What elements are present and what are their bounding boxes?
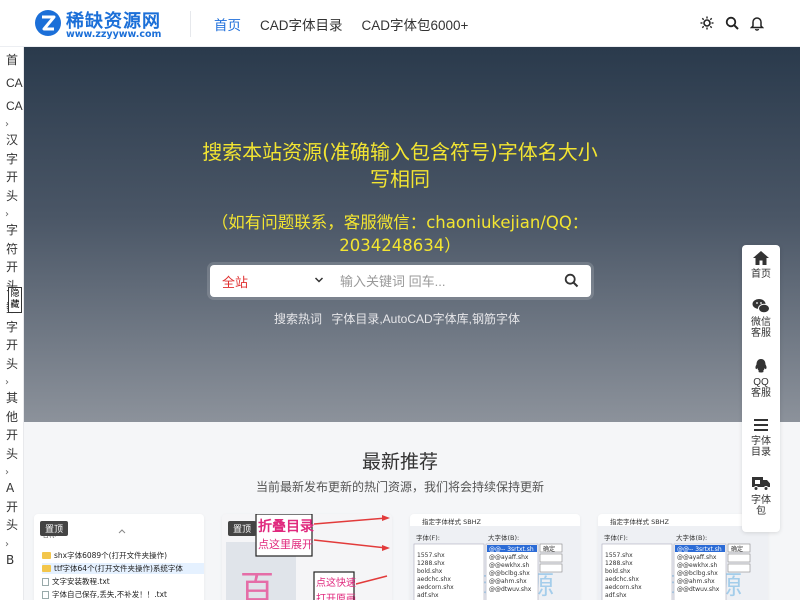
chevron-up-icon <box>118 529 126 534</box>
float-qq-button[interactable]: QQ客服 <box>742 358 780 399</box>
qq-icon <box>755 359 767 373</box>
wechat-icon <box>752 299 770 314</box>
chevron-right-icon[interactable]: › <box>0 377 23 389</box>
section-subtitle: 当前最新发布更新的热门资源，我们将会持续保持更新 <box>255 480 544 494</box>
card2-banner-1: 折叠目录 <box>258 519 314 535</box>
dialog-ok-button: 确定 <box>731 546 744 553</box>
site-logo[interactable]: 稀缺资源网 www.zzyyww.com <box>34 7 174 41</box>
dialog-label-bigfont: 大字体(B): <box>488 534 520 542</box>
font-list-right: @@-- 3srtxt.sh @@ayaff.shx @@ewkhx.sh @@bcl… <box>677 546 722 593</box>
nav-home[interactable]: 首页 <box>214 14 241 34</box>
hero-banner: 搜索本站资源(准确输入包含符号)字体名大小写相同 （如有问题联系，客服微信：ch… <box>0 47 800 422</box>
sidebar-group-b[interactable]: B <box>0 551 20 570</box>
float-wechat-label: 微信客服 <box>751 317 771 339</box>
site-header: 稀缺资源网 www.zzyyww.com 首页 CAD字体目录 CAD字体包60… <box>0 0 800 47</box>
sidebar-group-symbol[interactable]: 字符开头 <box>0 221 20 295</box>
hero-title: 搜索本站资源(准确输入包含符号)字体名大小写相同 <box>202 140 598 191</box>
file-row: shx字体6089个(打开文件夹操作) <box>42 550 167 561</box>
search-box: 全站 <box>210 265 591 297</box>
card2-banner-1b: 点这里展开 <box>258 538 313 551</box>
float-catalog-label: 字体目录 <box>751 436 771 458</box>
bell-icon[interactable] <box>749 15 765 31</box>
search-scope-value: 全站 <box>222 274 249 290</box>
chevron-right-icon[interactable]: › <box>0 539 23 551</box>
search-submit-icon[interactable] <box>564 273 579 288</box>
folder-icon <box>42 565 51 572</box>
section-title: 最新推荐 <box>361 451 438 473</box>
float-catalog-button[interactable]: 字体目录 <box>742 417 780 458</box>
sidebar-group-a[interactable]: A开头 <box>0 479 20 535</box>
card2-banner-2b: 打开原画 <box>316 594 356 600</box>
home-icon <box>753 251 769 265</box>
logo-z-icon <box>35 10 61 36</box>
float-package-label: 字体包 <box>751 495 771 517</box>
nav-cad-font-pack[interactable]: CAD字体包6000+ <box>362 14 469 34</box>
sidebar-item[interactable]: CA <box>0 74 23 92</box>
resource-card[interactable]: 稀缺资源 指定字体样式 SBHZ 字体(F): 大字体(B): 确定 1557.… <box>410 514 580 600</box>
chevron-down-icon <box>314 277 324 283</box>
font-list-left: 1557.shx 1288.shx bold.shx aedchc.shx aedcor… <box>417 552 454 599</box>
dialog-title: 指定字体样式 SBHZ <box>422 518 481 526</box>
package-icon <box>752 477 770 491</box>
file-row: ttf字体64个(打开文件夹操作)系统字体 <box>42 563 204 574</box>
hot-search-terms[interactable]: 字体目录,AutoCAD字体库,钢筋字体 <box>331 312 520 326</box>
hero-subtitle: （如有问题联系，客服微信：chaoniukejian/QQ：2034248634… <box>211 213 589 255</box>
hot-search: 搜索热词 字体目录,AutoCAD字体库,钢筋字体 <box>200 310 600 327</box>
card2-banner-2: 点这快速 <box>316 578 356 589</box>
float-qq-label: QQ客服 <box>751 377 771 399</box>
dialog-label-bigfont: 大字体(B): <box>676 534 708 542</box>
chevron-right-icon[interactable]: › <box>0 119 23 131</box>
file-row: 字体自己保存,丢失,不补发！！.txt <box>42 589 167 600</box>
dialog-title: 指定字体样式 SBHZ <box>610 518 669 526</box>
pinned-badge: 置顶 <box>40 521 69 536</box>
search-icon[interactable] <box>725 15 739 31</box>
pinned-badge: 置顶 <box>228 521 257 536</box>
theme-icon[interactable] <box>700 15 714 31</box>
sidebar-hide-button[interactable]: 隐藏 <box>8 287 22 313</box>
dialog-label-font: 字体(F): <box>604 534 629 542</box>
list-icon <box>754 419 768 431</box>
sidebar-group-other[interactable]: 其他开头 <box>0 389 20 463</box>
hot-search-label: 搜索热词 <box>273 312 322 326</box>
float-package-button[interactable]: 字体包 <box>742 475 780 517</box>
search-input[interactable] <box>340 270 550 292</box>
floating-toolbar: 首页 微信客服 QQ客服 字体目录 字体包 <box>742 245 780 532</box>
font-list-left: 1557.shx 1288.shx bold.shx aedchc.shx aedcor… <box>605 552 642 599</box>
folder-icon <box>42 552 51 559</box>
sidebar-group-hanzi[interactable]: 汉字开头 <box>0 131 20 205</box>
font-list-right: @@-- 3srtxt.sh @@ayaff.shx @@ewkhx.sh @@bcl… <box>489 546 534 593</box>
text-file-icon <box>42 590 49 599</box>
float-wechat-button[interactable]: 微信客服 <box>742 298 780 339</box>
search-scope-select[interactable]: 全站 <box>210 265 334 297</box>
resource-card[interactable]: 置顶 名称 shx字体6089个(打开文件夹操作) ttf字体64个(打开文件夹… <box>34 514 204 600</box>
dialog-label-font: 字体(F): <box>416 534 441 542</box>
float-home-button[interactable]: 首页 <box>742 250 780 280</box>
sidebar-item[interactable]: CA <box>0 97 23 115</box>
svg-text:百: 百 <box>240 569 274 600</box>
chevron-right-icon[interactable]: › <box>0 209 23 221</box>
sidebar-item[interactable]: 首 <box>0 51 23 69</box>
nav-cad-font-catalog[interactable]: CAD字体目录 <box>260 14 343 34</box>
chevron-right-icon[interactable]: › <box>0 467 23 479</box>
logo-url: www.zzyyww.com <box>66 29 162 40</box>
file-row: 文字安装教程.txt <box>42 576 110 587</box>
main-nav: 首页 CAD字体目录 CAD字体包6000+ <box>214 0 468 47</box>
dialog-ok-button: 确定 <box>543 546 556 553</box>
header-icons <box>700 15 765 31</box>
float-home-label: 首页 <box>751 269 771 280</box>
text-file-icon <box>42 577 49 586</box>
header-divider <box>190 11 191 37</box>
left-sidebar: 首 CA CA › 汉字开头 › 字符开头 数字开头 › 其他开头 › A开头 … <box>0 47 24 600</box>
resource-card[interactable]: 置顶 百 折叠目录 点这里展开 点这快速 打开原画 <box>222 514 392 600</box>
